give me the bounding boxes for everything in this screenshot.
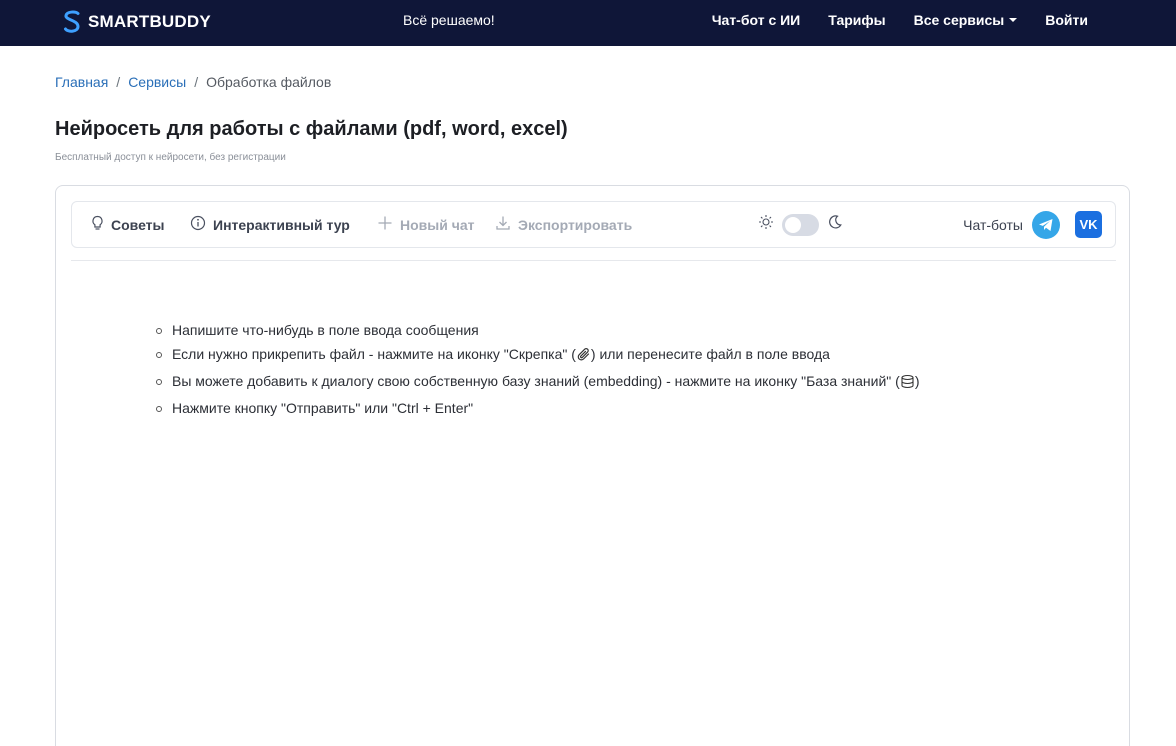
slogan: Всё решаемо! [403, 12, 495, 28]
theme-toggle[interactable] [782, 213, 819, 236]
breadcrumb: Главная / Сервисы / Обработка файлов [55, 74, 331, 90]
chat-toolbar: Советы Интерактивный тур Новый чат Экспо… [71, 201, 1116, 248]
logo-icon [62, 9, 82, 35]
lightbulb-icon [91, 215, 111, 234]
breadcrumb-home[interactable]: Главная [55, 74, 108, 90]
export-label: Экспортировать [518, 216, 633, 233]
breadcrumb-current: Обработка файлов [206, 74, 332, 90]
new-chat-button[interactable]: Новый чат [377, 202, 475, 247]
hint-text: ) или перенесите файл в поле ввода [590, 346, 830, 362]
hint-text: Напишите что-нибудь в поле ввода сообщен… [172, 322, 479, 338]
nav-link-chatbot[interactable]: Чат-бот с ИИ [712, 12, 801, 28]
toolbar-divider [71, 260, 1116, 261]
nav-link-pricing[interactable]: Тарифы [828, 12, 885, 28]
export-button[interactable]: Экспортировать [495, 202, 632, 247]
vk-icon[interactable]: VK [1075, 211, 1102, 238]
chat-card: Советы Интерактивный тур Новый чат Экспо… [55, 185, 1130, 746]
nav-links: Чат-бот с ИИ Тарифы Все сервисы Войти [712, 12, 1088, 28]
caret-down-icon [1009, 18, 1018, 22]
moon-icon [827, 214, 843, 235]
breadcrumb-separator: / [116, 74, 121, 90]
breadcrumb-separator: / [194, 74, 199, 90]
hint-item: Если нужно прикрепить файл - нажмите на … [155, 342, 935, 369]
sun-icon [758, 214, 774, 235]
hint-text: Если нужно прикрепить файл - нажмите на … [172, 346, 576, 362]
hint-text: ) [914, 373, 920, 389]
logo-text: SMARTBUDDY [88, 12, 211, 31]
hint-text: Вы можете добавить к диалогу свою собств… [172, 373, 900, 389]
interactive-tour-label: Интерактивный тур [213, 216, 350, 233]
hint-item: Напишите что-нибудь в поле ввода сообщен… [155, 318, 935, 342]
hints-list: Напишите что-нибудь в поле ввода сообщен… [155, 318, 935, 420]
hint-text: Нажмите кнопку "Отправить" или "Ctrl + E… [172, 400, 474, 416]
new-chat-label: Новый чат [400, 216, 475, 233]
plus-icon [377, 215, 400, 234]
logo[interactable]: SMARTBUDDY [62, 9, 211, 35]
nav-link-login[interactable]: Войти [1045, 12, 1088, 28]
tips-label: Советы [111, 216, 165, 233]
nav-link-all-services[interactable]: Все сервисы [914, 12, 1018, 28]
interactive-tour-button[interactable]: Интерактивный тур [190, 202, 350, 247]
database-icon [900, 372, 915, 396]
hint-item: Нажмите кнопку "Отправить" или "Ctrl + E… [155, 396, 935, 420]
chatbots-links: Чат-боты VK [963, 202, 1102, 247]
page-title: Нейросеть для работы с файлами (pdf, wor… [55, 118, 568, 140]
page-subtitle: Бесплатный доступ к нейросети, без регис… [55, 152, 286, 163]
hint-item: Вы можете добавить к диалогу свою собств… [155, 369, 935, 396]
chatbots-label: Чат-боты [963, 216, 1023, 233]
tips-button[interactable]: Советы [91, 202, 165, 247]
telegram-icon[interactable] [1032, 210, 1060, 239]
top-navbar: SMARTBUDDY Всё решаемо! Чат-бот с ИИ Тар… [0, 0, 1176, 46]
info-icon [190, 215, 213, 234]
toggle-knob [785, 216, 801, 233]
theme-switch [758, 202, 843, 247]
breadcrumb-services[interactable]: Сервисы [128, 74, 186, 90]
nav-link-all-services-label: Все сервисы [913, 12, 1005, 28]
download-icon [495, 215, 518, 234]
paperclip-icon [576, 345, 591, 369]
